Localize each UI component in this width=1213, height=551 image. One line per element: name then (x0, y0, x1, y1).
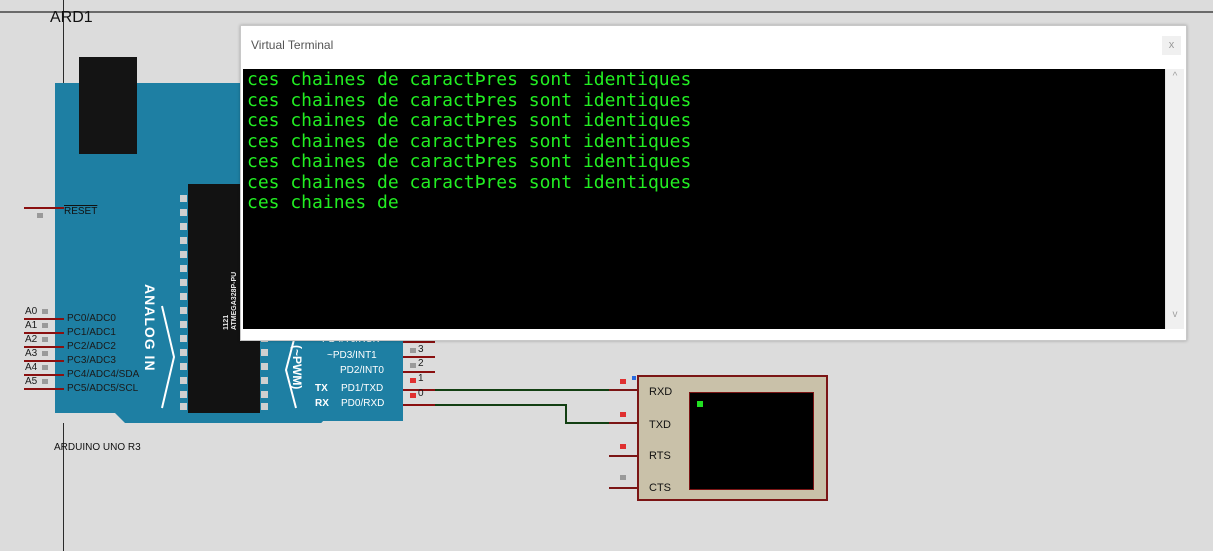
digital-pin-number: 0 (418, 388, 424, 399)
terminal-pin-line[interactable] (609, 422, 639, 424)
pin-marker (410, 348, 416, 353)
digital-pin-name: PD2/INT0 (340, 365, 384, 376)
analog-pin-name: PC2/ADC2 (67, 341, 116, 352)
pin-probe-icon (632, 376, 636, 380)
analog-pin-number: A1 (25, 320, 38, 331)
analog-pin-number: A4 (25, 362, 38, 373)
window-title: Virtual Terminal (251, 38, 334, 52)
wire-rx-to-txd[interactable] (565, 422, 609, 424)
chip-pin (180, 377, 187, 384)
chip-pin (180, 223, 187, 230)
chip-pin (180, 195, 187, 202)
chip-pin (261, 349, 268, 356)
terminal-pin-label: RXD (649, 386, 673, 398)
chip-pin (180, 237, 187, 244)
chip-pin (180, 307, 187, 314)
component-reference[interactable]: ARD1 (50, 9, 93, 27)
pin-marker (42, 365, 48, 370)
terminal-pin-line[interactable] (609, 487, 639, 489)
pin-marker (620, 444, 626, 449)
analog-pin-name: PC0/ADC0 (67, 313, 116, 324)
reset-pin-marker (37, 213, 43, 218)
wire-rx-to-txd[interactable] (435, 404, 566, 406)
terminal-pin-line[interactable] (609, 389, 639, 391)
chip-pin (180, 363, 187, 370)
terminal-device-screen (689, 392, 814, 490)
analog-pin-name: PC5/ADC5/SCL (67, 383, 139, 394)
rx-tag: RX (315, 398, 329, 409)
vertical-scrollbar[interactable]: ^ v (1165, 69, 1184, 329)
chip-pin (180, 403, 187, 410)
digital-pin-line[interactable] (403, 404, 435, 406)
pin-marker (620, 412, 626, 417)
digital-pin-name: PD1/TXD (341, 383, 384, 394)
pin-marker (42, 337, 48, 342)
chip-pin (180, 335, 187, 342)
analog-in-header: ANALOG IN (142, 284, 158, 372)
activity-led (697, 401, 703, 407)
digital-pin-number: 2 (418, 358, 424, 369)
pin-marker (42, 379, 48, 384)
terminal-pin-label: TXD (649, 419, 671, 431)
wire-rx-to-txd[interactable] (565, 404, 567, 423)
reset-pin-line[interactable] (24, 207, 64, 209)
chip-pin (261, 391, 268, 398)
tx-tag: TX (315, 383, 328, 394)
pin-marker (410, 393, 416, 398)
chip-label: 1121 ATMEGA328P-PU (223, 271, 238, 330)
chip-pin (180, 349, 187, 356)
wire-tx-to-rxd[interactable] (435, 389, 609, 391)
analog-pin-number: A2 (25, 334, 38, 345)
pin-marker (410, 378, 416, 383)
chip-pin (180, 391, 187, 398)
chip-pin (261, 403, 268, 410)
digital-pin-name: ~PD3/INT1 (327, 350, 377, 361)
chip-pin (180, 265, 187, 272)
virtual-terminal-window[interactable]: Virtual Terminal x ces chaines de caract… (240, 25, 1187, 341)
terminal-output-area[interactable]: ces chaines de caractÞres sont identique… (243, 69, 1165, 329)
terminal-pin-line[interactable] (609, 455, 639, 457)
scroll-up-icon[interactable]: ^ (1166, 71, 1184, 82)
analog-pin-number: A3 (25, 348, 38, 359)
pin-marker (42, 351, 48, 356)
reset-label: RESET (64, 206, 98, 217)
analog-pin-line[interactable] (24, 388, 64, 390)
chip-pin (261, 363, 268, 370)
usb-connector (79, 57, 137, 154)
chip-pin (180, 321, 187, 328)
terminal-pin-label: RTS (649, 450, 671, 462)
chip-pin (180, 209, 187, 216)
pin-marker (620, 379, 626, 384)
board-name: ARDUINO UNO R3 (54, 442, 141, 453)
chip-pin (180, 251, 187, 258)
scroll-down-icon[interactable]: v (1166, 309, 1184, 320)
pin-marker (410, 363, 416, 368)
digital-pin-name: PD0/RXD (341, 398, 385, 409)
terminal-pin-label: CTS (649, 482, 671, 494)
analog-pin-number: A0 (25, 306, 38, 317)
analog-pin-name: PC4/ADC4/SDA (67, 369, 140, 380)
digital-pin-line[interactable] (403, 341, 435, 343)
chip-pin (261, 377, 268, 384)
digital-pin-number: 1 (418, 373, 424, 384)
pwm-bracket (284, 331, 297, 409)
pin-marker (620, 475, 626, 480)
pin-marker (42, 323, 48, 328)
analog-pin-name: PC1/ADC1 (67, 327, 116, 338)
chip-pin (180, 293, 187, 300)
digital-pin-number: 3 (418, 344, 424, 355)
close-button[interactable]: x (1162, 36, 1181, 55)
virtual-terminal-device[interactable]: RXD TXD RTS CTS (637, 375, 828, 501)
analog-pin-name: PC3/ADC3 (67, 355, 116, 366)
sheet-border-line (0, 11, 1213, 13)
pin-marker (42, 309, 48, 314)
analog-pin-number: A5 (25, 376, 38, 387)
analog-bracket (161, 305, 176, 409)
terminal-output-text: ces chaines de caractÞres sont identique… (247, 69, 692, 213)
chip-pin (180, 279, 187, 286)
